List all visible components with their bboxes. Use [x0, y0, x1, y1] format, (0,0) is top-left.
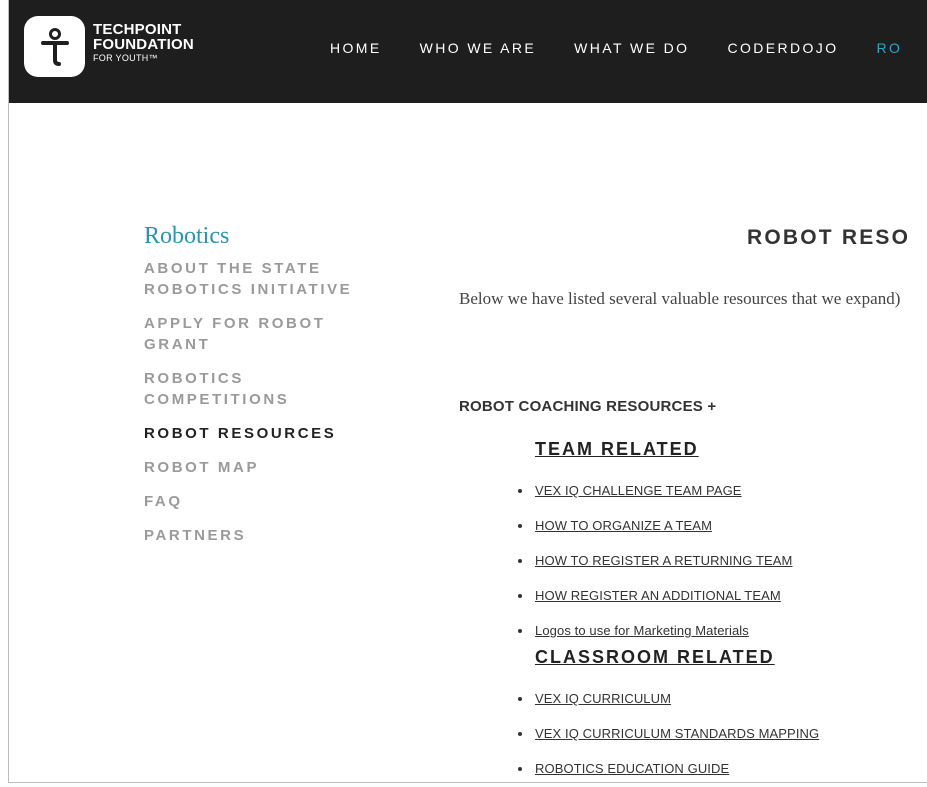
- sidebar-item-partners[interactable]: PARTNERS: [144, 525, 384, 546]
- list-item: VEX IQ CURRICULUM STANDARDS MAPPING: [515, 725, 819, 760]
- intro-text: Below we have listed several valuable re…: [459, 289, 901, 308]
- list-item: HOW REGISTER AN ADDITIONAL TEAM: [515, 587, 792, 622]
- sidebar: Robotics ABOUT THE STATE ROBOTICS INITIA…: [144, 223, 404, 559]
- brand-line-1: TECHPOINT: [93, 21, 182, 38]
- sidebar-item-about[interactable]: ABOUT THE STATE ROBOTICS INITIATIVE: [144, 258, 384, 300]
- figure-with-cross-icon: [40, 27, 69, 66]
- list-item: ROBOTICS EDUCATION GUIDE: [515, 760, 819, 782]
- team-related-heading: TEAM RELATED: [535, 439, 699, 459]
- sidebar-item-faq[interactable]: FAQ: [144, 491, 384, 512]
- bullet-icon: [518, 489, 522, 493]
- team-link[interactable]: Logos to use for Marketing Materials: [535, 623, 749, 638]
- classroom-related-heading: CLASSROOM RELATED: [535, 647, 775, 667]
- classroom-link[interactable]: ROBOTICS EDUCATION GUIDE: [535, 761, 729, 776]
- bullet-icon: [518, 629, 522, 633]
- team-link[interactable]: HOW TO ORGANIZE A TEAM: [535, 518, 712, 533]
- page-title: ROBOT RESO: [747, 226, 911, 249]
- sidebar-item-robot-map[interactable]: ROBOT MAP: [144, 457, 384, 478]
- team-links-list: VEX IQ CHALLENGE TEAM PAGE HOW TO ORGANI…: [515, 482, 792, 657]
- brand-line-3: FOR YOUTH™: [93, 53, 158, 63]
- classroom-links-list: VEX IQ CURRICULUM VEX IQ CURRICULUM STAN…: [515, 690, 819, 782]
- nav-home[interactable]: HOME: [330, 40, 382, 56]
- bullet-icon: [518, 732, 522, 736]
- nav-coderdojo[interactable]: CODERDOJO: [727, 40, 838, 56]
- coaching-resources-toggle[interactable]: ROBOT COACHING RESOURCES +: [459, 398, 716, 415]
- sidebar-item-apply-grant[interactable]: APPLY FOR ROBOT GRANT: [144, 313, 384, 355]
- browser-viewport: TECHPOINT FOUNDATION FOR YOUTH™ HOME WHO…: [8, 0, 927, 783]
- brand-line-2: FOUNDATION: [93, 36, 194, 53]
- logo-link[interactable]: [24, 16, 85, 77]
- classroom-link[interactable]: VEX IQ CURRICULUM STANDARDS MAPPING: [535, 726, 819, 741]
- list-item: VEX IQ CHALLENGE TEAM PAGE: [515, 482, 792, 517]
- list-item: VEX IQ CURRICULUM: [515, 690, 819, 725]
- sidebar-title: Robotics: [144, 223, 230, 249]
- site-header: TECHPOINT FOUNDATION FOR YOUTH™ HOME WHO…: [9, 0, 927, 103]
- brand-name: TECHPOINT FOUNDATION FOR YOUTH™: [93, 22, 194, 63]
- nav-who-we-are[interactable]: WHO WE ARE: [420, 40, 537, 56]
- bullet-icon: [518, 767, 522, 771]
- sidebar-item-robot-resources[interactable]: ROBOT RESOURCES: [144, 423, 384, 444]
- bullet-icon: [518, 697, 522, 701]
- bullet-icon: [518, 559, 522, 563]
- sidebar-item-competitions[interactable]: ROBOTICS COMPETITIONS: [144, 368, 384, 410]
- team-link[interactable]: VEX IQ CHALLENGE TEAM PAGE: [535, 483, 742, 498]
- classroom-link[interactable]: VEX IQ CURRICULUM: [535, 691, 671, 706]
- nav-what-we-do[interactable]: WHAT WE DO: [574, 40, 689, 56]
- list-item: HOW TO ORGANIZE A TEAM: [515, 517, 792, 552]
- team-link[interactable]: HOW TO REGISTER A RETURNING TEAM: [535, 553, 792, 568]
- list-item: HOW TO REGISTER A RETURNING TEAM: [515, 552, 792, 587]
- bullet-icon: [518, 594, 522, 598]
- bullet-icon: [518, 524, 522, 528]
- team-link[interactable]: HOW REGISTER AN ADDITIONAL TEAM: [535, 588, 781, 603]
- main-nav: HOME WHO WE ARE WHAT WE DO CODERDOJO RO: [330, 40, 927, 56]
- nav-robotics[interactable]: RO: [877, 40, 903, 56]
